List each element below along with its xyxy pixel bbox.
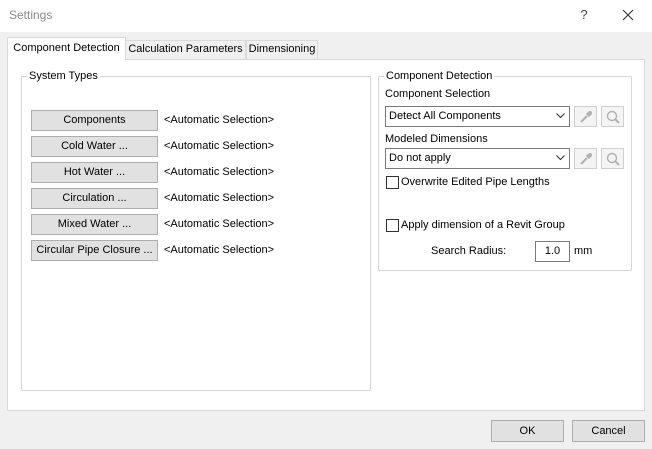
- tab-component-detection[interactable]: Component Detection: [7, 37, 126, 60]
- component-selection-dropdown[interactable]: Detect All Components: [385, 106, 570, 127]
- close-button[interactable]: [618, 5, 638, 25]
- ok-button[interactable]: OK: [491, 420, 564, 442]
- pick-dimension-button[interactable]: [574, 148, 597, 169]
- revit-group-checkbox[interactable]: [386, 219, 399, 232]
- magnifier-icon: [606, 152, 620, 166]
- search-dimension-button[interactable]: [601, 148, 624, 169]
- revit-group-label: Apply dimension of a Revit Group: [401, 219, 565, 231]
- component-selection-label: Component Selection: [385, 88, 491, 100]
- circulation-value: <Automatic Selection>: [164, 192, 275, 204]
- search-radius-label: Search Radius:: [431, 245, 507, 257]
- mixed-water-button[interactable]: Mixed Water ...: [31, 214, 158, 235]
- help-button[interactable]: ?: [576, 5, 592, 25]
- mixed-water-value: <Automatic Selection>: [164, 218, 275, 230]
- overwrite-pipe-lengths-label: Overwrite Edited Pipe Lengths: [401, 176, 550, 188]
- search-radius-input[interactable]: 1.0: [535, 241, 570, 262]
- cold-water-value: <Automatic Selection>: [164, 140, 275, 152]
- eyedropper-icon: [580, 111, 592, 123]
- chevron-down-icon: [556, 155, 565, 161]
- close-icon: [622, 9, 634, 21]
- tab-dimensioning[interactable]: Dimensioning: [246, 40, 318, 59]
- magnifier-icon: [606, 110, 620, 124]
- search-radius-unit: mm: [574, 245, 593, 257]
- component-selection-value: Detect All Components: [389, 110, 501, 122]
- cold-water-button[interactable]: Cold Water ...: [31, 136, 158, 157]
- chevron-down-icon: [556, 113, 565, 119]
- search-component-button[interactable]: [601, 106, 624, 127]
- pick-component-button[interactable]: [574, 106, 597, 127]
- overwrite-pipe-lengths-checkbox[interactable]: [386, 176, 399, 189]
- modeled-dimensions-dropdown[interactable]: Do not apply: [385, 148, 570, 169]
- eyedropper-icon: [580, 153, 592, 165]
- window-title: Settings: [9, 8, 53, 22]
- cancel-button[interactable]: Cancel: [572, 420, 645, 442]
- components-value: <Automatic Selection>: [164, 114, 275, 126]
- modeled-dimensions-value: Do not apply: [389, 152, 451, 164]
- components-button[interactable]: Components: [31, 110, 158, 131]
- system-types-title: System Types: [27, 70, 100, 82]
- modeled-dimensions-label: Modeled Dimensions: [385, 133, 488, 145]
- circular-pipe-closure-value: <Automatic Selection>: [164, 244, 275, 256]
- hot-water-value: <Automatic Selection>: [164, 166, 275, 178]
- circulation-button[interactable]: Circulation ...: [31, 188, 158, 209]
- component-detection-title: Component Detection: [384, 70, 495, 82]
- hot-water-button[interactable]: Hot Water ...: [31, 162, 158, 183]
- title-bar: [0, 0, 652, 32]
- tab-calculation-parameters[interactable]: Calculation Parameters: [125, 40, 246, 59]
- circular-pipe-closure-button[interactable]: Circular Pipe Closure ...: [31, 240, 158, 261]
